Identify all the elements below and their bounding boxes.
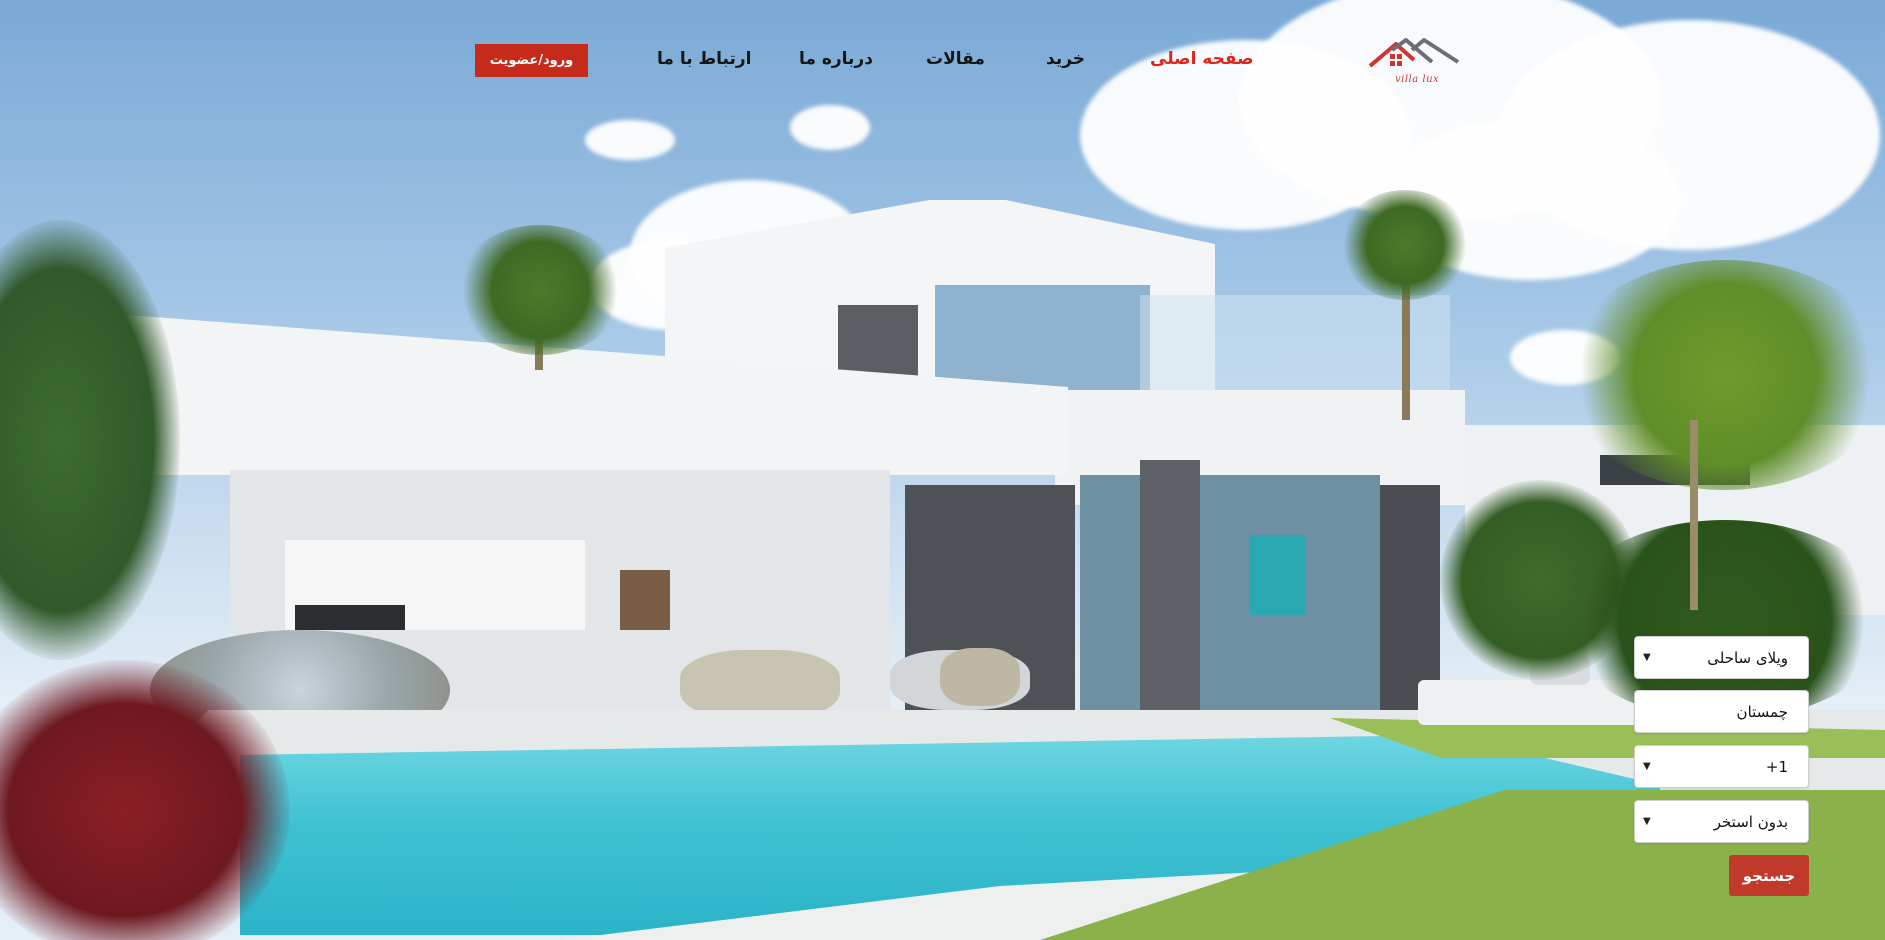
login-register-button[interactable]: ورود/عضویت [475, 44, 588, 77]
nav-about[interactable]: درباره ما [799, 49, 873, 69]
nav-home[interactable]: صفحه اصلی [1150, 49, 1254, 69]
rooms-select[interactable]: 1+ ▼ [1634, 745, 1809, 788]
location-select[interactable]: چمستان ▼ [1634, 690, 1809, 733]
property-type-value: ویلای ساحلی [1707, 648, 1788, 667]
chevron-down-icon: ▼ [1643, 761, 1651, 772]
search-button[interactable]: جستجو [1729, 855, 1809, 896]
property-type-select[interactable]: ویلای ساحلی ▼ [1634, 636, 1809, 679]
nav-articles[interactable]: مقالات [926, 49, 985, 69]
pool-value: بدون استخر [1713, 812, 1788, 831]
chevron-down-icon: ▼ [1643, 816, 1651, 827]
pool-select[interactable]: بدون استخر ▼ [1634, 800, 1809, 843]
nav-buy[interactable]: خرید [1046, 49, 1085, 69]
chevron-down-icon: ▼ [1643, 652, 1651, 663]
location-value: چمستان [1736, 702, 1788, 721]
nav-contact[interactable]: ارتباط با ما [657, 49, 752, 69]
rooms-value: 1+ [1765, 757, 1788, 776]
hero-background-image [0, 0, 1885, 940]
logo-text: villa lux [1395, 74, 1440, 85]
